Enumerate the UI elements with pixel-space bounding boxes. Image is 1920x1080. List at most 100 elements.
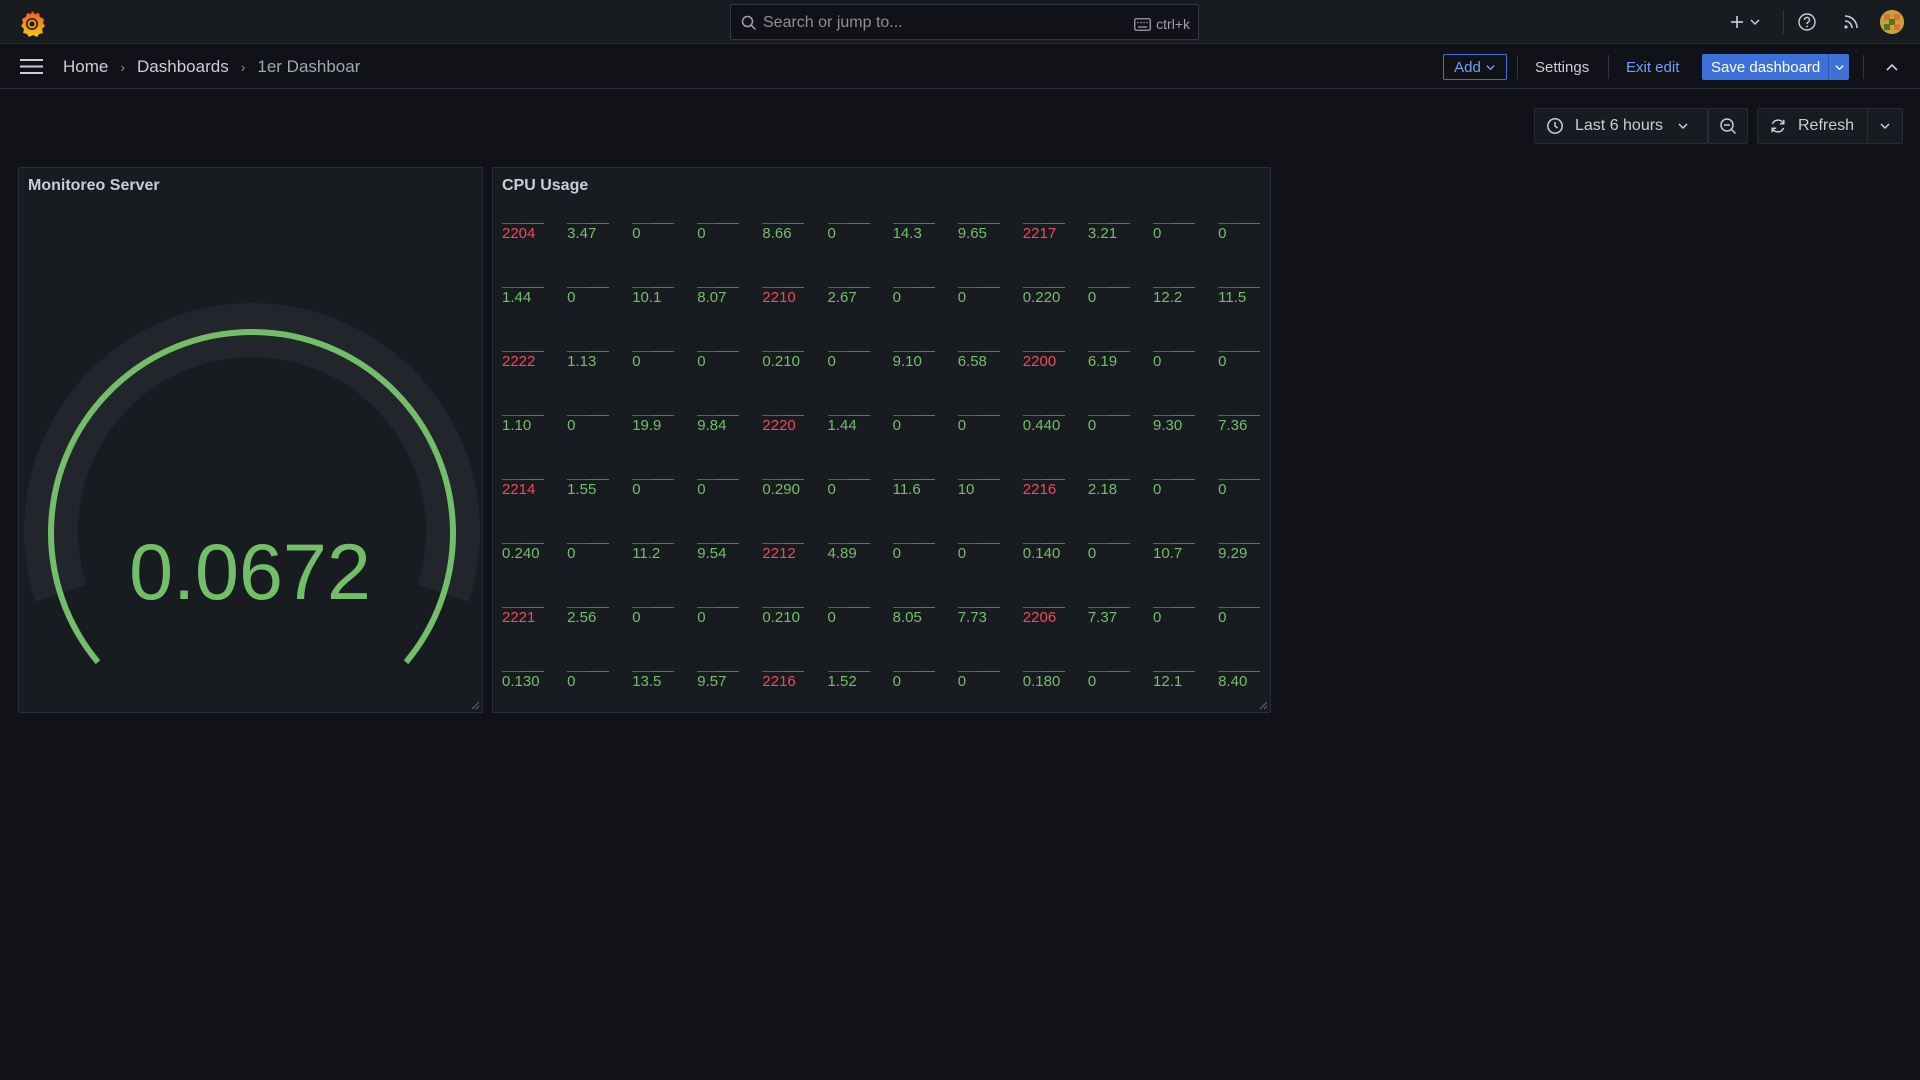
stat-value: 0 — [567, 673, 576, 690]
stat-cell: 0 — [1153, 351, 1199, 377]
breadcrumb: Home › Dashboards › 1er Dashboar — [63, 45, 360, 89]
stat-value: 8.07 — [697, 289, 727, 306]
stat-value: 0 — [827, 353, 836, 370]
resize-handle-icon[interactable] — [1258, 700, 1268, 710]
stat-value: 10 — [957, 481, 975, 498]
stat-cell: 10.7 — [1153, 543, 1199, 569]
stat-value: 0.180 — [1022, 673, 1061, 690]
stat-value: 0 — [1218, 353, 1227, 370]
zoom-out-button[interactable] — [1708, 108, 1748, 144]
stat-cell: 2216 — [1022, 479, 1069, 505]
stat-cell: 10.1 — [632, 287, 678, 313]
breadcrumb-dashboards[interactable]: Dashboards — [137, 57, 229, 77]
stat-value: 0 — [567, 545, 576, 562]
stat-cell: 0 — [1153, 223, 1199, 249]
stat-value: 1.52 — [827, 673, 857, 690]
stat-value: 9.29 — [1218, 545, 1248, 562]
time-range-picker[interactable]: Last 6 hours — [1534, 108, 1708, 144]
stat-value: 2220 — [762, 417, 796, 434]
stat-cell: 8.40 — [1218, 671, 1264, 697]
stat-cell: 11.6 — [892, 479, 939, 505]
stat-value: 2.56 — [567, 609, 597, 626]
stat-cell: 0.210 — [762, 351, 808, 377]
divider — [1517, 55, 1518, 79]
save-options-button[interactable] — [1828, 54, 1849, 80]
stat-value: 0.240 — [502, 545, 540, 562]
avatar-image — [1880, 10, 1904, 34]
stat-cell: 1.44 — [827, 415, 874, 441]
help-button[interactable] — [1797, 0, 1817, 44]
stat-value: 0.210 — [762, 353, 800, 370]
add-button[interactable]: Add — [1443, 54, 1507, 80]
stat-cell: 0 — [567, 543, 613, 569]
stat-cell: 0.130 — [502, 671, 548, 697]
chevron-up-icon[interactable] — [1884, 59, 1900, 75]
stat-cell: 12.2 — [1153, 287, 1199, 313]
stat-value: 0 — [697, 609, 706, 626]
stat-value: 10.7 — [1153, 545, 1183, 562]
stat-value: 0.130 — [502, 673, 540, 690]
stat-cell: 2206 — [1022, 607, 1069, 633]
stat-value: 14.3 — [892, 225, 922, 242]
refresh-button[interactable]: Refresh — [1757, 108, 1868, 144]
grafana-logo-icon[interactable] — [18, 9, 46, 37]
stat-value: 0 — [892, 673, 901, 690]
exit-edit-button[interactable]: Exit edit — [1626, 45, 1679, 89]
gauge-panel[interactable]: Monitoreo Server 0.0672 — [18, 167, 483, 713]
hamburger-menu-icon[interactable] — [20, 57, 43, 76]
stat-cell: 2.67 — [827, 287, 874, 313]
stat-cell: 0 — [1218, 479, 1264, 505]
user-avatar[interactable] — [1880, 10, 1904, 34]
stat-cell: 0 — [827, 223, 874, 249]
stat-cell: 11.5 — [1218, 287, 1264, 313]
stat-cell: 0 — [567, 671, 613, 697]
stat-value: 2200 — [1022, 353, 1057, 370]
stat-value: 7.37 — [1087, 609, 1118, 626]
stat-cell: 0.220 — [1022, 287, 1069, 313]
chevron-right-icon: › — [120, 59, 126, 75]
stat-value: 1.44 — [502, 289, 532, 306]
chevron-down-icon — [1678, 123, 1688, 130]
stat-cell: 8.07 — [697, 287, 743, 313]
chevron-right-icon: › — [240, 59, 246, 75]
search-bar[interactable]: Search or jump to... ctrl+k — [730, 4, 1199, 40]
shortcut-hint: ctrl+k — [1134, 16, 1190, 32]
stat-value: 0 — [567, 417, 576, 434]
stat-value: 0 — [827, 609, 836, 626]
stat-cell: 0 — [827, 479, 874, 505]
stat-value: 9.10 — [892, 353, 922, 370]
stat-value: 0 — [697, 225, 706, 242]
stat-cell: 1.55 — [567, 479, 613, 505]
stat-value: 0 — [1087, 289, 1097, 306]
stat-value: 9.54 — [697, 545, 727, 562]
stat-cell: 11.2 — [632, 543, 678, 569]
cpu-usage-panel[interactable]: CPU Usage 2204 3.47 0 0 8.66 0 14.3 9.65 2217 3.2… — [492, 167, 1271, 713]
stat-cell: 0 — [1218, 607, 1264, 633]
stat-cell: 9.29 — [1218, 543, 1264, 569]
stat-value: 2.67 — [827, 289, 857, 306]
settings-button[interactable]: Settings — [1535, 45, 1589, 89]
stat-value: 0 — [1153, 481, 1162, 498]
news-button[interactable] — [1841, 0, 1861, 44]
stat-cell: 0 — [1153, 479, 1199, 505]
refresh-interval-dropdown[interactable] — [1867, 108, 1903, 144]
stat-value: 0 — [567, 289, 576, 306]
stat-cell: 0 — [892, 287, 939, 313]
save-dashboard-button[interactable]: Save dashboard — [1702, 54, 1849, 80]
stat-cell: 0 — [957, 287, 1004, 313]
stat-cell: 2214 — [502, 479, 548, 505]
stat-value: 2204 — [502, 225, 536, 242]
new-menu-button[interactable] — [1729, 0, 1761, 44]
stat-value: 0.210 — [762, 609, 800, 626]
refresh-label: Refresh — [1798, 117, 1855, 134]
stat-value: 3.47 — [567, 225, 597, 242]
resize-handle-icon[interactable] — [470, 700, 480, 710]
stat-value: 0 — [632, 353, 641, 370]
stat-value: 0 — [957, 289, 967, 306]
breadcrumb-home[interactable]: Home — [63, 57, 108, 77]
stat-value: 0 — [1087, 417, 1097, 434]
chevron-down-icon — [1834, 64, 1844, 70]
stat-value: 0.440 — [1022, 417, 1061, 434]
stat-value: 3.21 — [1087, 225, 1118, 242]
stat-cell: 0.210 — [762, 607, 808, 633]
